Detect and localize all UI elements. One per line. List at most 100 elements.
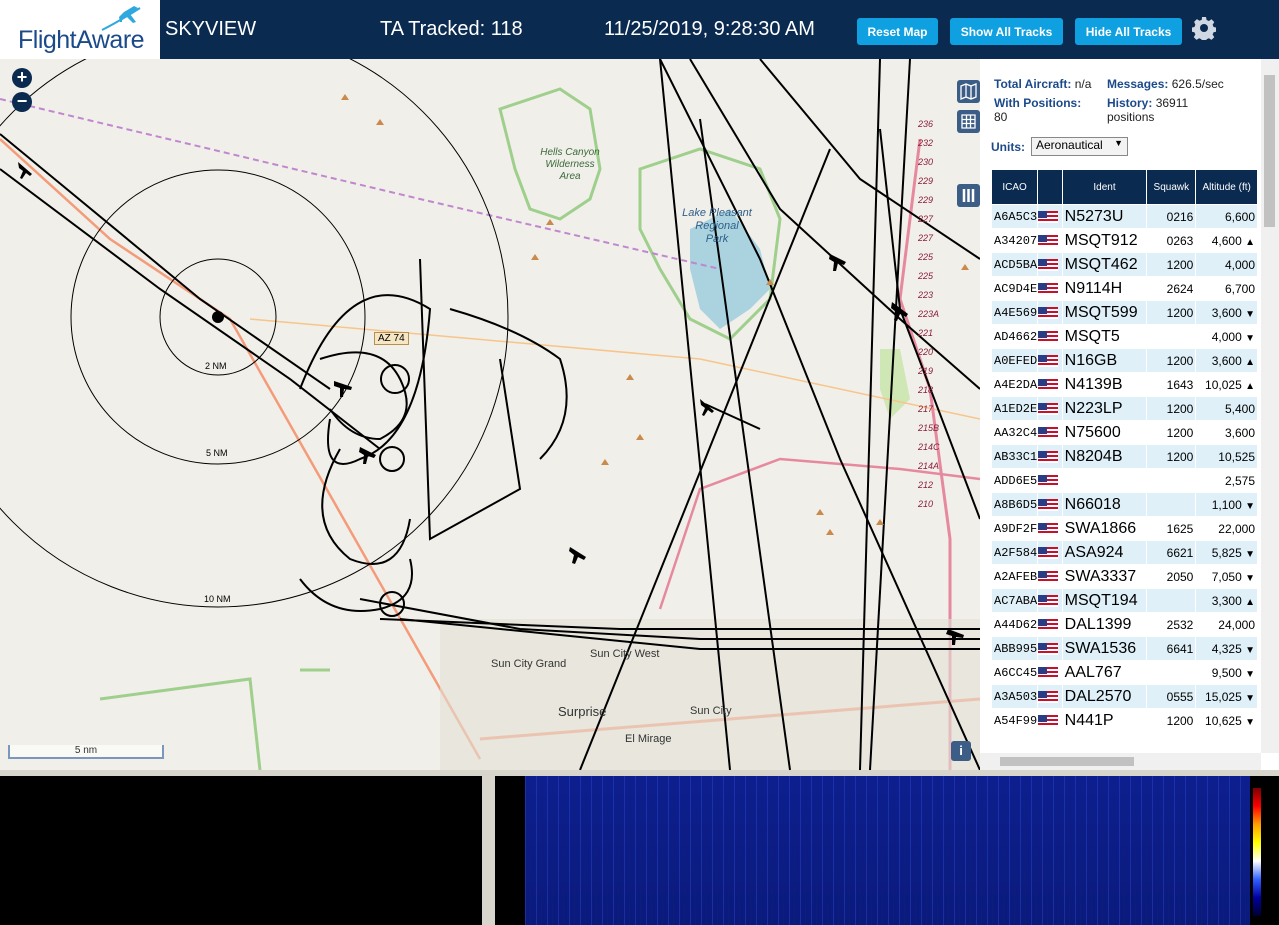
flightaware-logo[interactable]: FlightAware bbox=[0, 0, 160, 59]
flag-cell bbox=[1038, 205, 1062, 228]
sun-city-grand-label: Sun City Grand bbox=[491, 658, 567, 670]
table-row[interactable]: A34207 MSQT912 0263 4,600 ▲ bbox=[992, 229, 1257, 252]
table-row[interactable]: A44D62 DAL1399 2532 24,000 bbox=[992, 613, 1257, 636]
col-altitude[interactable]: Altitude (ft) bbox=[1196, 170, 1257, 204]
gear-icon[interactable] bbox=[1192, 16, 1216, 40]
icao-cell: A2F584 bbox=[992, 541, 1038, 564]
col-squawk[interactable]: Squawk bbox=[1147, 170, 1196, 204]
us-flag-icon bbox=[1038, 235, 1059, 248]
altitude-cell: 5,400 bbox=[1196, 397, 1257, 420]
us-flag-icon bbox=[1038, 715, 1059, 728]
icao-cell: A1ED2E bbox=[992, 397, 1038, 420]
squawk-cell: 0216 bbox=[1147, 205, 1196, 228]
chevron-down-icon: ▼ bbox=[1114, 138, 1123, 148]
us-flag-icon bbox=[1038, 475, 1059, 488]
squawk-cell bbox=[1147, 493, 1196, 516]
spectrum-panel bbox=[0, 776, 482, 925]
with-positions-stat: With Positions: 80 bbox=[994, 96, 1082, 124]
table-row[interactable]: A2F584 ASA924 6621 5,825 ▼ bbox=[992, 541, 1257, 564]
trend-indicator: ▼ bbox=[1245, 644, 1255, 656]
squawk-cell: 1643 bbox=[1147, 373, 1196, 396]
table-row[interactable]: A8B6D5 N66018 1,100 ▼ bbox=[992, 493, 1257, 516]
altitude-cell: 3,600 ▲ bbox=[1196, 349, 1257, 372]
flag-cell bbox=[1038, 469, 1062, 492]
table-row[interactable]: ADD6E5 2,575 bbox=[992, 469, 1257, 492]
altitude-cell: 3,600 ▼ bbox=[1196, 301, 1257, 324]
table-row[interactable]: A1ED2E N223LP 1200 5,400 bbox=[992, 397, 1257, 420]
column-toggle-button[interactable] bbox=[957, 184, 980, 207]
vertical-scrollbar[interactable] bbox=[1261, 59, 1279, 753]
reset-map-button[interactable]: Reset Map bbox=[857, 18, 938, 45]
show-all-tracks-button[interactable]: Show All Tracks bbox=[950, 18, 1063, 45]
us-flag-icon bbox=[1038, 691, 1059, 704]
exit-number-labels: 236 232 230 229 229 227 227 225 225 223 … bbox=[918, 119, 940, 509]
ident-cell: SWA3337 bbox=[1062, 565, 1147, 588]
us-flag-icon bbox=[1038, 355, 1059, 368]
col-icao[interactable]: ICAO bbox=[992, 170, 1038, 204]
altitude-cell: 4,600 ▲ bbox=[1196, 229, 1257, 252]
scroll-thumb[interactable] bbox=[1264, 75, 1275, 227]
map-view[interactable]: Hells Canyon Wilderness Area Lake Pleasant… bbox=[0, 59, 980, 770]
info-button[interactable]: i bbox=[951, 741, 971, 761]
icao-cell: A9DF2F bbox=[992, 517, 1038, 540]
flag-cell bbox=[1038, 301, 1062, 324]
table-row[interactable]: ACD5BA MSQT462 1200 4,000 bbox=[992, 253, 1257, 276]
flag-cell bbox=[1038, 373, 1062, 396]
brand-name: FlightAware bbox=[18, 26, 145, 54]
table-row[interactable]: A3A503 DAL2570 0555 15,025 ▼ bbox=[992, 685, 1257, 708]
trend-indicator: ▼ bbox=[1245, 716, 1255, 728]
receiver-location bbox=[212, 311, 224, 323]
squawk-cell: 2050 bbox=[1147, 565, 1196, 588]
hide-all-tracks-button[interactable]: Hide All Tracks bbox=[1075, 18, 1182, 45]
table-row[interactable]: A4E569 MSQT599 1200 3,600 ▼ bbox=[992, 301, 1257, 324]
ring-label-10nm: 10 NM bbox=[204, 594, 231, 604]
table-row[interactable]: AB33C1 N8204B 1200 10,525 bbox=[992, 445, 1257, 468]
table-row[interactable]: AD4662 MSQT5 4,000 ▼ bbox=[992, 325, 1257, 348]
ring-label-5nm: 5 NM bbox=[206, 448, 228, 458]
altitude-cell: 22,000 bbox=[1196, 517, 1257, 540]
scale-bar: 5 nm bbox=[8, 745, 164, 759]
zoom-in-button[interactable]: + bbox=[12, 68, 32, 88]
squawk-cell: 1200 bbox=[1147, 301, 1196, 324]
col-ident[interactable]: Ident bbox=[1062, 170, 1147, 204]
altitude-cell: 15,025 ▼ bbox=[1196, 685, 1257, 708]
zoom-out-button[interactable]: − bbox=[12, 92, 32, 112]
table-row[interactable]: AA32C4 N75600 1200 3,600 bbox=[992, 421, 1257, 444]
ident-cell: MSQT194 bbox=[1062, 589, 1147, 612]
map-layers-button[interactable] bbox=[957, 80, 980, 103]
table-row[interactable]: A6A5C3 N5273U 0216 6,600 bbox=[992, 205, 1257, 228]
trend-indicator: ▲ bbox=[1245, 380, 1255, 392]
table-row[interactable]: A0EFED N16GB 1200 3,600 ▲ bbox=[992, 349, 1257, 372]
us-flag-icon bbox=[1038, 619, 1059, 632]
table-row[interactable]: A4E2DA N4139B 1643 10,025 ▲ bbox=[992, 373, 1257, 396]
altitude-cell: 1,100 ▼ bbox=[1196, 493, 1257, 516]
horizontal-scrollbar[interactable] bbox=[980, 753, 1261, 770]
ident-cell: ASA924 bbox=[1062, 541, 1147, 564]
ident-cell: MSQT912 bbox=[1062, 229, 1147, 252]
units-label: Units: bbox=[991, 140, 1025, 154]
col-flag[interactable] bbox=[1038, 170, 1062, 204]
table-row[interactable]: A2AFEB SWA3337 2050 7,050 ▼ bbox=[992, 565, 1257, 588]
table-row[interactable]: AC7ABA MSQT194 3,300 ▲ bbox=[992, 589, 1257, 612]
units-select[interactable]: Aeronautical ▼ bbox=[1031, 137, 1128, 156]
flag-cell bbox=[1038, 613, 1062, 636]
table-row[interactable]: AC9D4E N9114H 2624 6,700 bbox=[992, 277, 1257, 300]
altitude-cell: 7,050 ▼ bbox=[1196, 565, 1257, 588]
grid-icon bbox=[961, 114, 976, 129]
altitude-cell: 6,600 bbox=[1196, 205, 1257, 228]
sun-city-west-label: Sun City West bbox=[590, 648, 660, 660]
squawk-cell: 6641 bbox=[1147, 637, 1196, 660]
scroll-thumb-horizontal[interactable] bbox=[1000, 757, 1134, 766]
table-row[interactable]: A54F99 N441P 1200 10,625 ▼ bbox=[992, 709, 1257, 732]
squawk-cell: 0555 bbox=[1147, 685, 1196, 708]
trend-indicator: ▼ bbox=[1245, 332, 1255, 344]
grid-toggle-button[interactable] bbox=[957, 110, 980, 133]
table-row[interactable]: A9DF2F SWA1866 1625 22,000 bbox=[992, 517, 1257, 540]
us-flag-icon bbox=[1038, 667, 1059, 680]
aircraft-table: ICAO Ident Squawk Altitude (ft) A6A5C3 N5… bbox=[991, 169, 1258, 733]
trend-indicator: ▼ bbox=[1245, 548, 1255, 560]
table-row[interactable]: ABB995 SWA1536 6641 4,325 ▼ bbox=[992, 637, 1257, 660]
app-title: SKYVIEW bbox=[165, 18, 257, 40]
icao-cell: AB33C1 bbox=[992, 445, 1038, 468]
table-row[interactable]: A6CC45 AAL767 9,500 ▼ bbox=[992, 661, 1257, 684]
